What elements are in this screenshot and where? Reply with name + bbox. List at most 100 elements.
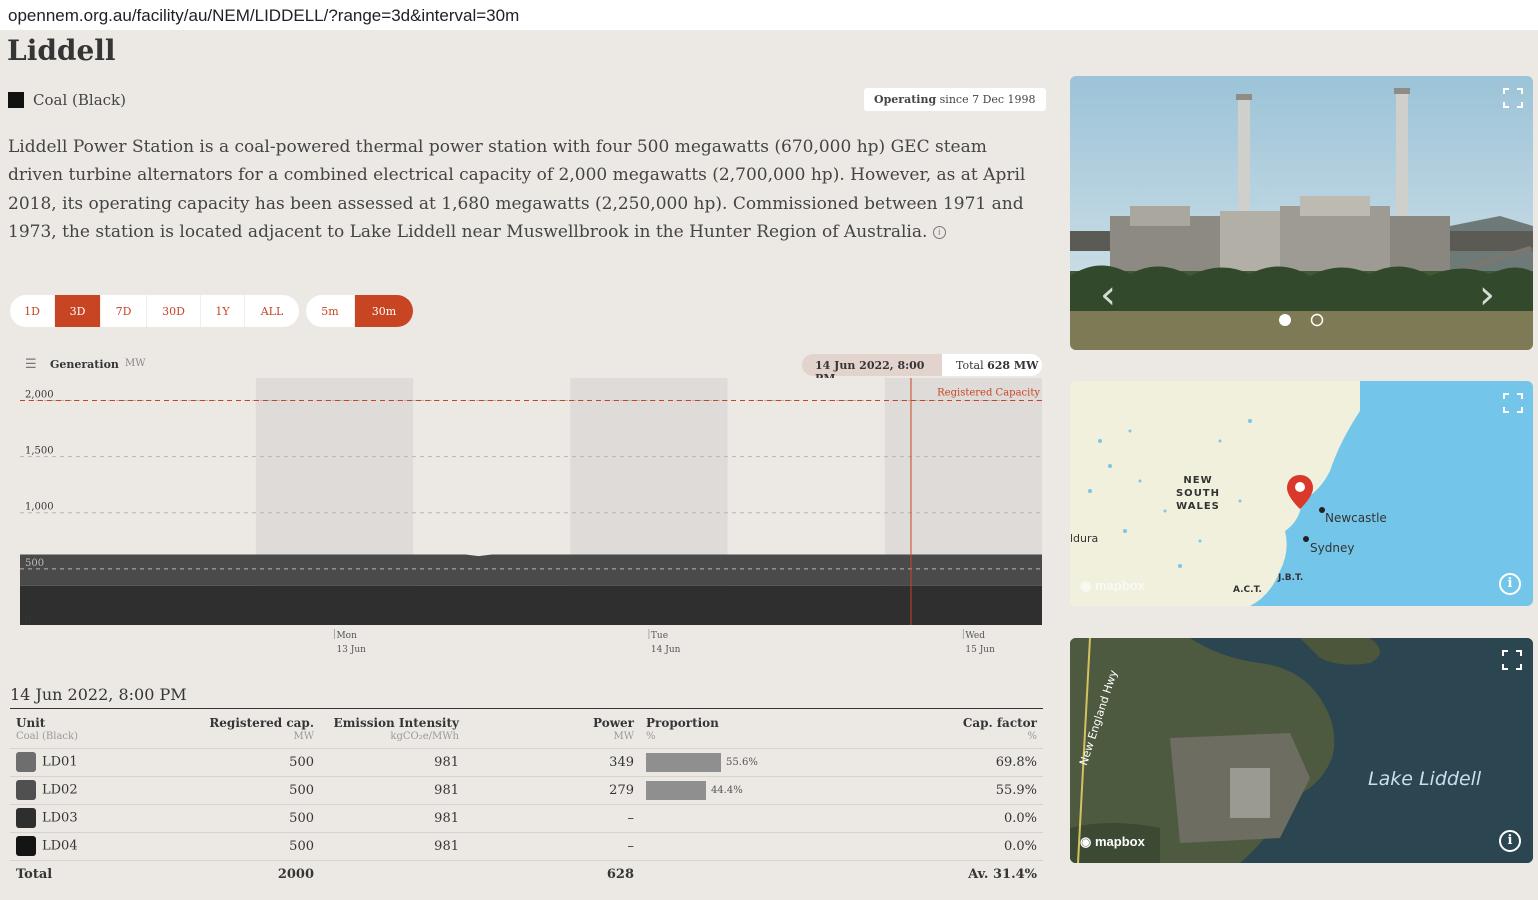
status-since: since 7 Dec 1998 xyxy=(939,93,1036,106)
city-label: ldura xyxy=(1070,532,1099,545)
range-button-30d[interactable]: 30D xyxy=(147,295,201,327)
registered-capacity-label: Registered Capacity xyxy=(937,387,1040,398)
expand-icon[interactable] xyxy=(1503,88,1523,108)
unit-color-swatch[interactable] xyxy=(16,836,36,856)
territory-label: A.C.T. xyxy=(1233,585,1262,595)
table-row[interactable]: LD01 500 981 349 55.6% 69.8% xyxy=(10,748,1043,777)
mapbox-logo[interactable]: ◉ mapbox xyxy=(1080,834,1145,850)
unit-color-swatch[interactable] xyxy=(16,752,36,772)
territory-label: J.B.T. xyxy=(1278,573,1304,583)
range-selector: 1D 3D 7D 30D 1Y ALL xyxy=(10,295,299,327)
expand-icon[interactable] xyxy=(1502,650,1522,670)
facility-photo xyxy=(1070,76,1533,350)
hamburger-menu-icon[interactable]: ☰ xyxy=(25,358,37,371)
city-label: Sydney xyxy=(1310,541,1355,555)
power-cell: – xyxy=(465,832,640,861)
table-row[interactable]: LD04 500 981– 0.0% xyxy=(10,832,1043,861)
reg-cap-cell: 500 xyxy=(190,748,320,777)
col-cap-factor-sub: % xyxy=(890,730,1043,749)
total-reg-cap: 2000 xyxy=(277,866,314,882)
url-text: opennem.org.au/facility/au/NEM/LIDDELL/?… xyxy=(8,6,520,25)
info-icon[interactable]: i xyxy=(1499,573,1521,595)
y-tick-label: 2,000 xyxy=(25,389,54,400)
emission-cell: 981 xyxy=(320,776,465,805)
power-cell: 349 xyxy=(465,748,640,777)
reg-cap-cell: 500 xyxy=(190,804,320,833)
col-reg-cap: Registered cap. xyxy=(190,708,320,730)
chevron-left-icon[interactable]: ‹ xyxy=(1100,272,1130,318)
cap-factor-cell: 55.9% xyxy=(890,776,1043,805)
unit-cell: LD02 xyxy=(10,776,190,805)
proportion-label: 44.4% xyxy=(710,784,743,796)
col-power-sub: MW xyxy=(465,730,640,749)
chart-header: ☰ Generation MW 14 Jun 2022, 8:00 PM Tot… xyxy=(20,354,1042,385)
col-reg-cap-sub: MW xyxy=(190,730,320,749)
proportion-label: 55.6% xyxy=(726,756,758,768)
region-map[interactable]: NEW SOUTH WALES Newcastle Sydney ldura J.… xyxy=(1070,381,1533,606)
chart-unit: MW xyxy=(125,358,146,369)
interval-button-30m[interactable]: 30m xyxy=(355,295,413,327)
reg-cap-cell: 500 xyxy=(190,832,320,861)
col-emission-sub: kgCO₂e/MWh xyxy=(320,730,465,749)
table-row[interactable]: LD03 500 981– 0.0% xyxy=(10,804,1043,833)
col-power: Power xyxy=(465,708,640,730)
unit-cell: LD01 xyxy=(10,748,190,777)
range-button-all[interactable]: ALL xyxy=(245,295,299,327)
table-row[interactable]: LD02 500 981 279 44.4% 55.9% xyxy=(10,776,1043,805)
facility-description: Liddell Power Station is a coal-powered … xyxy=(8,133,1038,247)
description-text: Liddell Power Station is a coal-powered … xyxy=(8,137,1026,243)
expand-icon[interactable] xyxy=(1503,393,1523,413)
y-tick-label: 1,000 xyxy=(25,502,54,513)
proportion-cell: 44.4% xyxy=(640,776,890,805)
chart-title: Generation xyxy=(50,358,119,371)
y-tick-label: 500 xyxy=(25,558,44,569)
info-circle-icon[interactable]: i xyxy=(932,226,946,240)
hover-total-value: 628 MW xyxy=(987,359,1039,372)
x-tick-day: Wed xyxy=(965,631,985,641)
unit-cell: LD04 xyxy=(10,832,190,861)
series-area-ld02 xyxy=(20,554,1042,586)
satellite-map[interactable]: New England Hwy Lake Liddell ◉ mapbox i xyxy=(1070,638,1533,863)
status-badge: Operating since 7 Dec 1998 xyxy=(864,88,1046,111)
table-date: 14 Jun 2022, 8:00 PM xyxy=(10,685,187,704)
cap-factor-cell: 69.8% xyxy=(890,748,1043,777)
emission-cell: 981 xyxy=(320,804,465,833)
power-cell: – xyxy=(465,804,640,833)
unit-color-swatch[interactable] xyxy=(16,780,36,800)
fuel-type-label: Coal (Black) xyxy=(33,91,126,109)
unit-label: LD04 xyxy=(42,838,78,854)
col-proportion: Proportion xyxy=(640,708,890,730)
generation-chart[interactable]: 0 500 1,000 1,500 2,000 Registered Capacity Mo… xyxy=(20,378,1042,663)
col-emission: Emission Intensity xyxy=(320,708,465,730)
x-tick-day: Tue xyxy=(651,631,668,641)
reg-cap-cell: 500 xyxy=(190,776,320,805)
unit-cell: LD03 xyxy=(10,804,190,833)
col-proportion-sub: % xyxy=(640,730,890,749)
facility-photo-carousel[interactable]: ‹ › xyxy=(1070,76,1533,350)
chevron-right-icon[interactable]: › xyxy=(1479,272,1509,318)
interval-button-5m[interactable]: 5m xyxy=(306,295,355,327)
map-pin-icon[interactable] xyxy=(1285,473,1315,511)
lake-label: Lake Liddell xyxy=(1368,768,1482,790)
range-button-3d[interactable]: 3D xyxy=(55,295,101,327)
unit-color-swatch[interactable] xyxy=(16,808,36,828)
units-table: Unit Registered cap. Emission Intensity … xyxy=(10,708,1043,888)
status-label: Operating xyxy=(874,93,937,106)
hover-date: 14 Jun 2022, 8:00 PM xyxy=(802,354,942,385)
region-label: NEW SOUTH WALES xyxy=(1175,475,1220,512)
interval-selector: 5m 30m xyxy=(306,295,413,327)
fuel-color-swatch xyxy=(8,92,24,108)
range-button-1y[interactable]: 1Y xyxy=(201,295,245,327)
range-button-7d[interactable]: 7D xyxy=(101,295,147,327)
info-icon[interactable]: i xyxy=(1499,830,1521,852)
x-tick-day: Mon xyxy=(336,631,357,641)
total-power: 628 xyxy=(606,866,634,882)
proportion-cell xyxy=(640,804,890,833)
range-button-1d[interactable]: 1D xyxy=(10,295,55,327)
col-cap-factor: Cap. factor xyxy=(890,708,1043,730)
address-bar[interactable]: opennem.org.au/facility/au/NEM/LIDDELL/?… xyxy=(0,0,1538,30)
satellite-map-canvas xyxy=(1070,638,1533,863)
y-tick-label: 1,500 xyxy=(25,446,54,457)
cap-factor-cell: 0.0% xyxy=(890,804,1043,833)
mapbox-logo[interactable]: ◉ mapbox xyxy=(1080,578,1145,594)
